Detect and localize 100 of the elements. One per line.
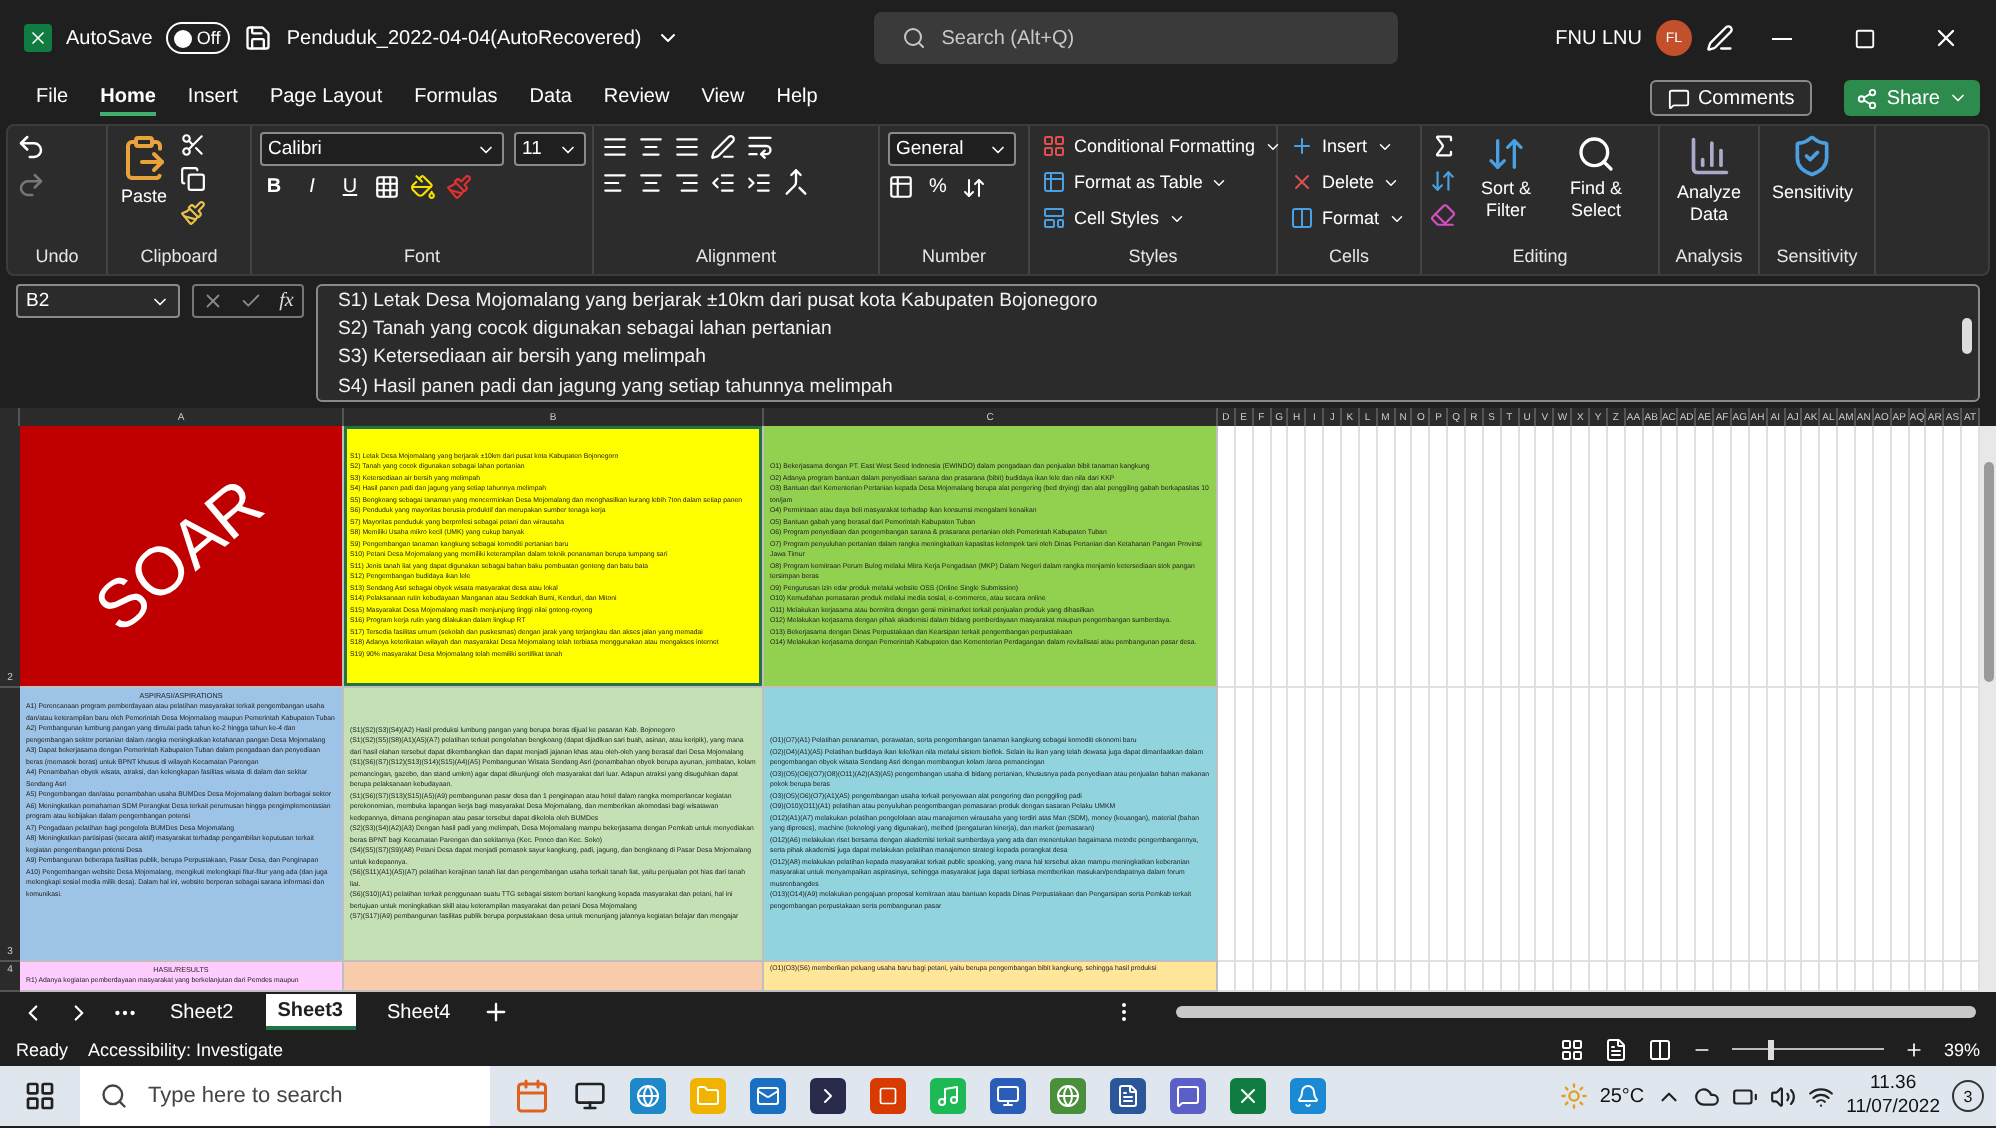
comments-button[interactable]: Comments <box>1649 80 1813 116</box>
table-cell[interactable] <box>1218 426 1236 688</box>
scissors-icon[interactable] <box>180 132 206 158</box>
monitor-app-icon[interactable] <box>990 1078 1026 1114</box>
table-cell[interactable] <box>1288 426 1307 688</box>
table-cell[interactable] <box>1483 688 1502 962</box>
table-cell[interactable] <box>1218 688 1236 962</box>
align-center-icon[interactable] <box>638 169 664 195</box>
merge-icon[interactable] <box>782 168 810 196</box>
table-cell[interactable] <box>1838 426 1856 688</box>
table-cell[interactable] <box>1253 688 1272 962</box>
table-cell[interactable] <box>1430 688 1449 962</box>
menu-tab[interactable]: View <box>701 81 745 115</box>
notification-badge[interactable]: 3 <box>1952 1080 1984 1112</box>
table-cell[interactable] <box>1643 688 1661 962</box>
align-left-icon[interactable] <box>602 169 628 195</box>
folder-icon[interactable] <box>690 1078 726 1114</box>
scrollbar-thumb[interactable] <box>1962 318 1972 354</box>
table-cell[interactable] <box>1696 688 1715 962</box>
table-cell[interactable] <box>1466 688 1484 962</box>
browser-icon[interactable] <box>1050 1078 1086 1114</box>
table-cell[interactable] <box>344 962 764 992</box>
table-cell[interactable] <box>1873 426 1892 688</box>
table-cell[interactable] <box>1785 688 1803 962</box>
table-cell[interactable] <box>1466 426 1484 688</box>
analyze-data-button[interactable]: Analyze Data <box>1668 132 1750 228</box>
table-cell[interactable] <box>1802 426 1821 688</box>
table-cell[interactable] <box>1448 426 1467 688</box>
align-bottom-icon[interactable] <box>674 133 700 159</box>
table-cell[interactable] <box>1838 688 1856 962</box>
office-icon[interactable] <box>870 1078 906 1114</box>
styles-button[interactable]: Format as Table <box>1038 168 1286 196</box>
font-size-dropdown[interactable]: 11 <box>514 132 586 166</box>
add-sheet-icon[interactable] <box>482 998 511 1026</box>
sort-arrows-icon[interactable] <box>962 175 986 199</box>
share-button[interactable]: Share <box>1844 80 1980 116</box>
table-cell[interactable] <box>1909 426 1927 688</box>
table-cell[interactable] <box>1767 688 1786 962</box>
table-cell[interactable] <box>1235 688 1254 962</box>
cells-button[interactable]: Format <box>1286 204 1410 232</box>
table-icon[interactable] <box>888 174 914 200</box>
table-cell[interactable] <box>1395 426 1413 688</box>
formula-field[interactable] <box>316 284 1980 402</box>
table-cell[interactable] <box>1714 426 1732 688</box>
table-cell[interactable] <box>1342 426 1360 688</box>
table-cell[interactable] <box>1607 688 1626 962</box>
table-cell[interactable] <box>1572 426 1591 688</box>
table-cell[interactable] <box>1785 426 1803 688</box>
music-icon[interactable] <box>930 1078 966 1114</box>
table-cell[interactable] <box>344 426 764 688</box>
table-cell[interactable] <box>1802 688 1821 962</box>
menu-tab[interactable]: Page Layout <box>269 81 383 115</box>
table-cell[interactable] <box>20 688 344 962</box>
table-cell[interactable] <box>1306 426 1325 688</box>
wifi-icon[interactable] <box>1808 1083 1835 1109</box>
table-cell[interactable] <box>1590 426 1608 688</box>
menu-tab[interactable]: Formulas <box>414 81 498 115</box>
table-cell[interactable] <box>1590 688 1608 962</box>
table-cell[interactable] <box>1625 688 1644 962</box>
styles-button[interactable]: Conditional Formatting <box>1038 132 1286 160</box>
table-cell[interactable] <box>1306 688 1325 962</box>
cells-button[interactable]: Insert <box>1286 132 1410 160</box>
pen-icon[interactable] <box>710 133 736 159</box>
increase-indent-icon[interactable] <box>746 169 772 195</box>
cloud-icon[interactable] <box>1694 1083 1721 1109</box>
table-cell[interactable] <box>1643 426 1661 688</box>
function-label[interactable]: fx <box>279 290 294 312</box>
table-cell[interactable] <box>1359 426 1378 688</box>
table-cell[interactable] <box>1891 426 1910 688</box>
taskbar-search-field[interactable]: Type here to search <box>80 1066 490 1126</box>
table-cell[interactable] <box>1678 688 1697 962</box>
table-cell[interactable] <box>1873 688 1892 962</box>
vertical-scrollbar[interactable] <box>1980 426 1996 992</box>
table-cell[interactable] <box>1554 426 1573 688</box>
menu-tab[interactable]: Data <box>529 81 572 115</box>
browser-icon[interactable] <box>630 1078 666 1114</box>
table-cell[interactable] <box>1731 688 1750 962</box>
table-cell[interactable] <box>1483 426 1502 688</box>
table-cell[interactable] <box>1377 688 1396 962</box>
menu-tab[interactable]: Review <box>603 81 670 115</box>
save-icon[interactable] <box>244 24 273 52</box>
menu-tab[interactable]: Help <box>776 81 818 115</box>
table-cell[interactable] <box>1820 426 1839 688</box>
table-cell[interactable] <box>1253 426 1272 688</box>
table-cell[interactable] <box>1749 426 1768 688</box>
table-cell[interactable] <box>1448 688 1467 962</box>
table-cell[interactable] <box>1944 426 1963 688</box>
menu-tab[interactable]: Home <box>100 81 156 115</box>
table-cell[interactable] <box>1412 426 1431 688</box>
accessibility-status[interactable]: Accessibility: Investigate <box>88 1039 284 1059</box>
table-cell[interactable] <box>1661 426 1679 688</box>
task-view-icon[interactable] <box>574 1080 606 1112</box>
find-select-button[interactable]: Find & Select <box>1554 132 1638 224</box>
styles-button[interactable]: Cell Styles <box>1038 204 1286 232</box>
autosave-toggle[interactable]: Off <box>166 22 231 54</box>
table-cell[interactable] <box>1519 426 1537 688</box>
table-cell[interactable] <box>1926 426 1945 688</box>
align-top-icon[interactable] <box>602 133 628 159</box>
table-cell[interactable] <box>1395 688 1413 962</box>
table-cell[interactable] <box>1501 426 1520 688</box>
